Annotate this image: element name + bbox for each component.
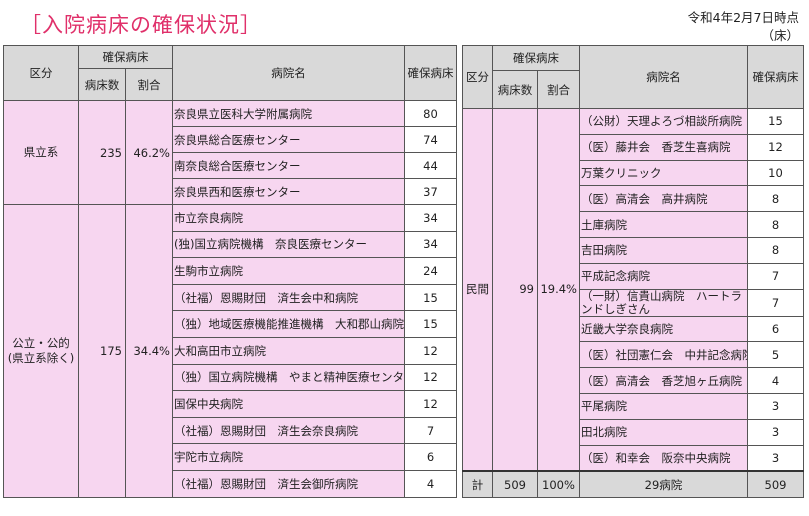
unit-label: （床） [761, 28, 799, 43]
col-ratio: 割合 [125, 68, 173, 101]
hospital-name: 田北病院 [579, 418, 748, 446]
hospital-beds: 12 [404, 363, 457, 392]
group-ratio: 19.4% [537, 107, 580, 472]
hospital-beds: 3 [747, 444, 804, 472]
col-secured: 確保病床 [492, 45, 580, 71]
group-ratio: 46.2% [125, 100, 173, 205]
hospital-beds: 34 [404, 204, 457, 232]
group-category: 民間 [462, 107, 493, 472]
group-beds: 99 [492, 107, 538, 472]
hospital-beds: 12 [404, 336, 457, 365]
col-hospital: 病院名 [579, 45, 748, 109]
hospital-name: 生駒市立病院 [172, 257, 405, 285]
right-bed-table: 区分 確保病床 病院名 確保病床 病床数 割合 民間 99 19.4% （公財）天理よ… [462, 45, 804, 499]
hospital-beds: 12 [404, 390, 457, 418]
as-of-date: 令和4年2月7日時点 （床） [688, 9, 799, 45]
hospital-beds: 4 [404, 469, 457, 498]
hospital-beds: 7 [404, 416, 457, 445]
hospital-beds: 3 [747, 392, 804, 420]
col-category: 区分 [3, 45, 79, 101]
hospital-name: （社福）恩賜財団 済生会御所病院 [172, 469, 405, 498]
hospital-name: （独）地域医療機能推進機構 大和郡山病院 [172, 310, 405, 338]
hospital-name: 近畿大学奈良病院 [579, 315, 748, 343]
hospital-beds: 37 [404, 178, 457, 205]
group-beds: 235 [78, 100, 126, 205]
hospital-name: （社福）恩賜財団 済生会中和病院 [172, 283, 405, 312]
hospital-name: 宇陀市立病院 [172, 443, 405, 471]
hospital-beds: 6 [747, 315, 804, 343]
group-beds: 175 [78, 204, 126, 498]
hospital-name: 市立奈良病院 [172, 204, 405, 232]
hospital-name: 大和高田市立病院 [172, 336, 405, 365]
hospital-beds: 24 [404, 257, 457, 285]
col-hospital: 病院名 [172, 45, 405, 101]
left-bed-table: 区分 確保病床 病院名 確保病床 病床数 割合 県立系 235 46.2% 奈良県立医… [3, 45, 457, 498]
hospital-beds: 8 [747, 185, 804, 213]
hospital-beds: 80 [404, 100, 457, 127]
hospital-name: （公財）天理よろづ相談所病院 [579, 108, 748, 135]
col-beds: 病床数 [492, 70, 538, 109]
hospital-beds: 8 [747, 211, 804, 238]
hospital-beds: 8 [747, 236, 804, 264]
hospital-name: （一財）信貴山病院 ハートランドしぎさん [579, 288, 748, 317]
hospital-name: （医）和幸会 阪奈中央病院 [579, 444, 748, 472]
col-hospital-beds: 確保病床 [404, 45, 457, 101]
hospital-name: 平成記念病院 [579, 262, 748, 290]
table-row: 民間 99 19.4% （公財）天理よろづ相談所病院 15 [462, 107, 804, 472]
hospital-name: 万葉クリニック [579, 159, 748, 187]
hospital-name: 奈良県総合医療センター [172, 126, 405, 153]
hospital-beds: 12 [747, 133, 804, 161]
hospital-name: （社福）恩賜財団 済生会奈良病院 [172, 416, 405, 445]
total-hospitals: 29病院 [579, 469, 748, 499]
page-title: ［入院病床の確保状況］ [20, 13, 262, 37]
col-ratio: 割合 [537, 70, 580, 109]
hospital-beds: 74 [404, 126, 457, 153]
hospital-beds: 44 [404, 152, 457, 179]
hospital-name: 吉田病院 [579, 236, 748, 264]
hospital-beds: 4 [747, 367, 804, 394]
hospital-beds: 6 [404, 443, 457, 471]
hospital-beds: 34 [404, 230, 457, 259]
hospital-beds: 10 [747, 159, 804, 187]
hospital-name: （医）高清会 高井病院 [579, 185, 748, 213]
hospital-beds: 5 [747, 341, 804, 369]
hospital-name: 土庫病院 [579, 211, 748, 238]
table-row: 公立・公的 (県立系除く) 175 34.4% 市立奈良病院 34 [3, 204, 457, 498]
total-ratio: 100% [537, 469, 580, 499]
group-category: 公立・公的 (県立系除く) [3, 204, 79, 498]
total-label: 計 [462, 469, 493, 499]
group-ratio: 34.4% [125, 204, 173, 498]
hospital-name: （医）社団憲仁会 中井記念病院 [579, 341, 748, 369]
hospital-name: 国保中央病院 [172, 390, 405, 418]
hospital-beds: 7 [747, 288, 804, 317]
hospital-beds: 15 [404, 283, 457, 312]
as-of-date-line: 令和4年2月7日時点 [687, 10, 799, 25]
col-hospital-beds: 確保病床 [747, 45, 804, 109]
total-beds: 509 [492, 469, 538, 499]
hospital-beds: 15 [747, 108, 804, 135]
col-category: 区分 [462, 45, 493, 109]
hospital-name: 平尾病院 [579, 392, 748, 420]
hospital-name: （独）国立病院機構 やまと精神医療センター [172, 363, 405, 392]
hospital-name: （医）高清会 香芝旭ヶ丘病院 [579, 367, 748, 394]
col-secured: 確保病床 [78, 45, 173, 69]
table-row: 県立系 235 46.2% 奈良県立医科大学附属病院 80 [3, 100, 457, 205]
hospital-beds: 15 [404, 310, 457, 338]
group-category: 県立系 [3, 100, 79, 205]
hospital-name: (独)国立病院機構 奈良医療センター [172, 230, 405, 259]
col-beds: 病床数 [78, 68, 126, 101]
hospital-beds: 7 [747, 262, 804, 290]
hospital-name: 奈良県西和医療センター [172, 178, 405, 205]
hospital-name: （医）藤井会 香芝生喜病院 [579, 133, 748, 161]
hospital-name: 南奈良総合医療センター [172, 152, 405, 179]
total-hospital-beds: 509 [747, 469, 804, 499]
hospital-name: 奈良県立医科大学附属病院 [172, 100, 405, 127]
hospital-beds: 3 [747, 418, 804, 446]
